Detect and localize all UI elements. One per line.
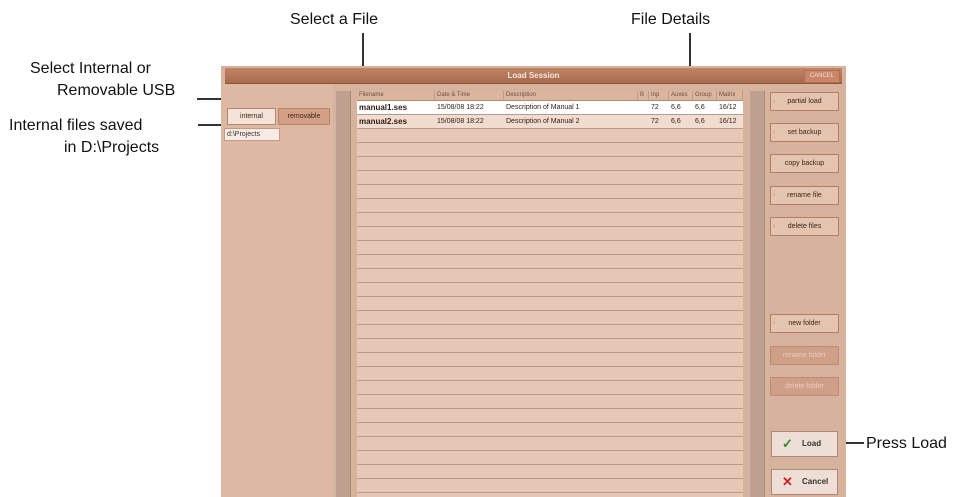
- cell-inp: 72: [651, 118, 659, 125]
- titlebar-cancel-button[interactable]: CANCEL: [804, 70, 840, 83]
- empty-row[interactable]: [357, 129, 743, 143]
- cell-inp: 72: [651, 104, 659, 111]
- cell-name: manual1.ses: [359, 103, 408, 112]
- tab-internal[interactable]: internal: [227, 108, 276, 125]
- empty-row[interactable]: [357, 311, 743, 325]
- empty-row[interactable]: [357, 325, 743, 339]
- select-internal-annotation-line2: Removable USB: [57, 82, 176, 99]
- cell-desc: Description of Manual 2: [506, 118, 580, 125]
- col-group-header[interactable]: Group: [693, 91, 717, 100]
- cell-auxes: 6,6: [671, 104, 681, 111]
- copy-backup-button[interactable]: copy backup: [770, 154, 839, 173]
- empty-row[interactable]: [357, 423, 743, 437]
- partial-load-label: partial load: [787, 98, 822, 105]
- select-file-annotation: Select a File: [290, 11, 379, 28]
- empty-row[interactable]: [357, 381, 743, 395]
- checkmark-icon: ✓: [782, 436, 793, 451]
- cell-name: manual2.ses: [359, 117, 408, 126]
- file-row[interactable]: manual2.ses 15/08/08 18:22 Description of …: [357, 115, 743, 129]
- rename-folder-label: rename folder: [782, 352, 827, 359]
- empty-row[interactable]: [357, 213, 743, 227]
- empty-row[interactable]: [357, 367, 743, 381]
- delete-folder-label: delete folder: [785, 383, 824, 390]
- copy-backup-label: copy backup: [784, 160, 825, 167]
- cancel-button-label: Cancel: [802, 477, 829, 486]
- load-button[interactable]: ✓ Load: [771, 431, 838, 457]
- empty-row[interactable]: [357, 171, 743, 185]
- col-date-header[interactable]: Date & Time: [435, 91, 504, 100]
- cell-matrix: 16/12: [719, 118, 737, 125]
- empty-row[interactable]: [357, 339, 743, 353]
- partial-load-button[interactable]: ‹ partial load: [770, 92, 839, 111]
- empty-row[interactable]: [357, 353, 743, 367]
- rename-folder-button[interactable]: rename folder: [770, 346, 839, 365]
- empty-row[interactable]: [357, 185, 743, 199]
- button-edge-icon: ‹: [773, 192, 776, 199]
- close-icon: ✕: [782, 474, 793, 489]
- empty-row[interactable]: [357, 395, 743, 409]
- dialog-title: Load Session: [507, 71, 560, 80]
- empty-row[interactable]: [357, 255, 743, 269]
- col-inp-header[interactable]: Inp: [649, 91, 669, 100]
- empty-row[interactable]: [357, 143, 743, 157]
- folder-projects[interactable]: d:\Projects: [224, 128, 280, 141]
- col-filename-header[interactable]: Filename: [357, 91, 435, 100]
- set-backup-label: set backup: [787, 129, 822, 136]
- button-edge-icon: ‹: [773, 320, 776, 327]
- cell-desc: Description of Manual 1: [506, 104, 580, 111]
- empty-row[interactable]: [357, 437, 743, 451]
- internal-saved-annotation-line1: Internal files saved: [9, 117, 143, 134]
- file-list-header: Filename Date & Time Description B Inp A…: [357, 91, 743, 101]
- button-edge-icon: ‹: [773, 129, 776, 136]
- load-button-label: Load: [802, 439, 822, 448]
- empty-row[interactable]: [357, 269, 743, 283]
- col-b-header[interactable]: B: [638, 91, 649, 100]
- set-backup-button[interactable]: ‹ set backup: [770, 123, 839, 142]
- col-matrix-header[interactable]: Matrix: [717, 91, 743, 100]
- tab-removable[interactable]: removable: [278, 108, 330, 125]
- delete-folder-button[interactable]: delete folder: [770, 377, 839, 396]
- col-auxes-header[interactable]: Auxes: [669, 91, 693, 100]
- delete-files-button[interactable]: ‹ delete files: [770, 217, 839, 236]
- empty-row[interactable]: [357, 241, 743, 255]
- delete-files-label: delete files: [787, 223, 822, 230]
- load-session-dialog: Load Session CANCEL internal removable d…: [221, 66, 846, 497]
- file-list: Filename Date & Time Description B Inp A…: [357, 91, 743, 497]
- empty-row[interactable]: [357, 283, 743, 297]
- new-folder-button[interactable]: ‹ new folder: [770, 314, 839, 333]
- empty-row[interactable]: [357, 199, 743, 213]
- cell-group: 6,6: [695, 104, 705, 111]
- folder-scrollbar[interactable]: [335, 91, 351, 497]
- press-load-annotation: Press Load: [866, 435, 947, 452]
- dialog-titlebar: Load Session CANCEL: [225, 68, 842, 84]
- file-row[interactable]: manual1.ses 15/08/08 18:22 Description of …: [357, 101, 743, 115]
- empty-row[interactable]: [357, 409, 743, 423]
- rename-file-label: rename file: [787, 192, 822, 199]
- button-edge-icon: ‹: [773, 98, 776, 105]
- empty-row[interactable]: [357, 227, 743, 241]
- file-details-annotation: File Details: [631, 11, 711, 28]
- select-internal-annotation-line1: Select Internal or: [30, 60, 151, 77]
- button-edge-icon: ‹: [773, 223, 776, 230]
- new-folder-label: new folder: [788, 320, 821, 327]
- empty-row[interactable]: [357, 297, 743, 311]
- empty-row[interactable]: [357, 479, 743, 493]
- cell-group: 6,6: [695, 118, 705, 125]
- cell-date: 15/08/08 18:22: [437, 118, 484, 125]
- internal-saved-annotation-line2: in D:\Projects: [64, 139, 160, 156]
- rename-file-button[interactable]: ‹ rename file: [770, 186, 839, 205]
- cell-date: 15/08/08 18:22: [437, 104, 484, 111]
- file-list-scrollbar[interactable]: [749, 91, 765, 497]
- empty-row[interactable]: [357, 157, 743, 171]
- source-sidebar: internal removable d:\Projects: [221, 84, 333, 497]
- cell-auxes: 6,6: [671, 118, 681, 125]
- cell-matrix: 16/12: [719, 104, 737, 111]
- col-description-header[interactable]: Description: [504, 91, 638, 100]
- empty-row[interactable]: [357, 451, 743, 465]
- cancel-button[interactable]: ✕ Cancel: [771, 469, 838, 495]
- empty-row[interactable]: [357, 465, 743, 479]
